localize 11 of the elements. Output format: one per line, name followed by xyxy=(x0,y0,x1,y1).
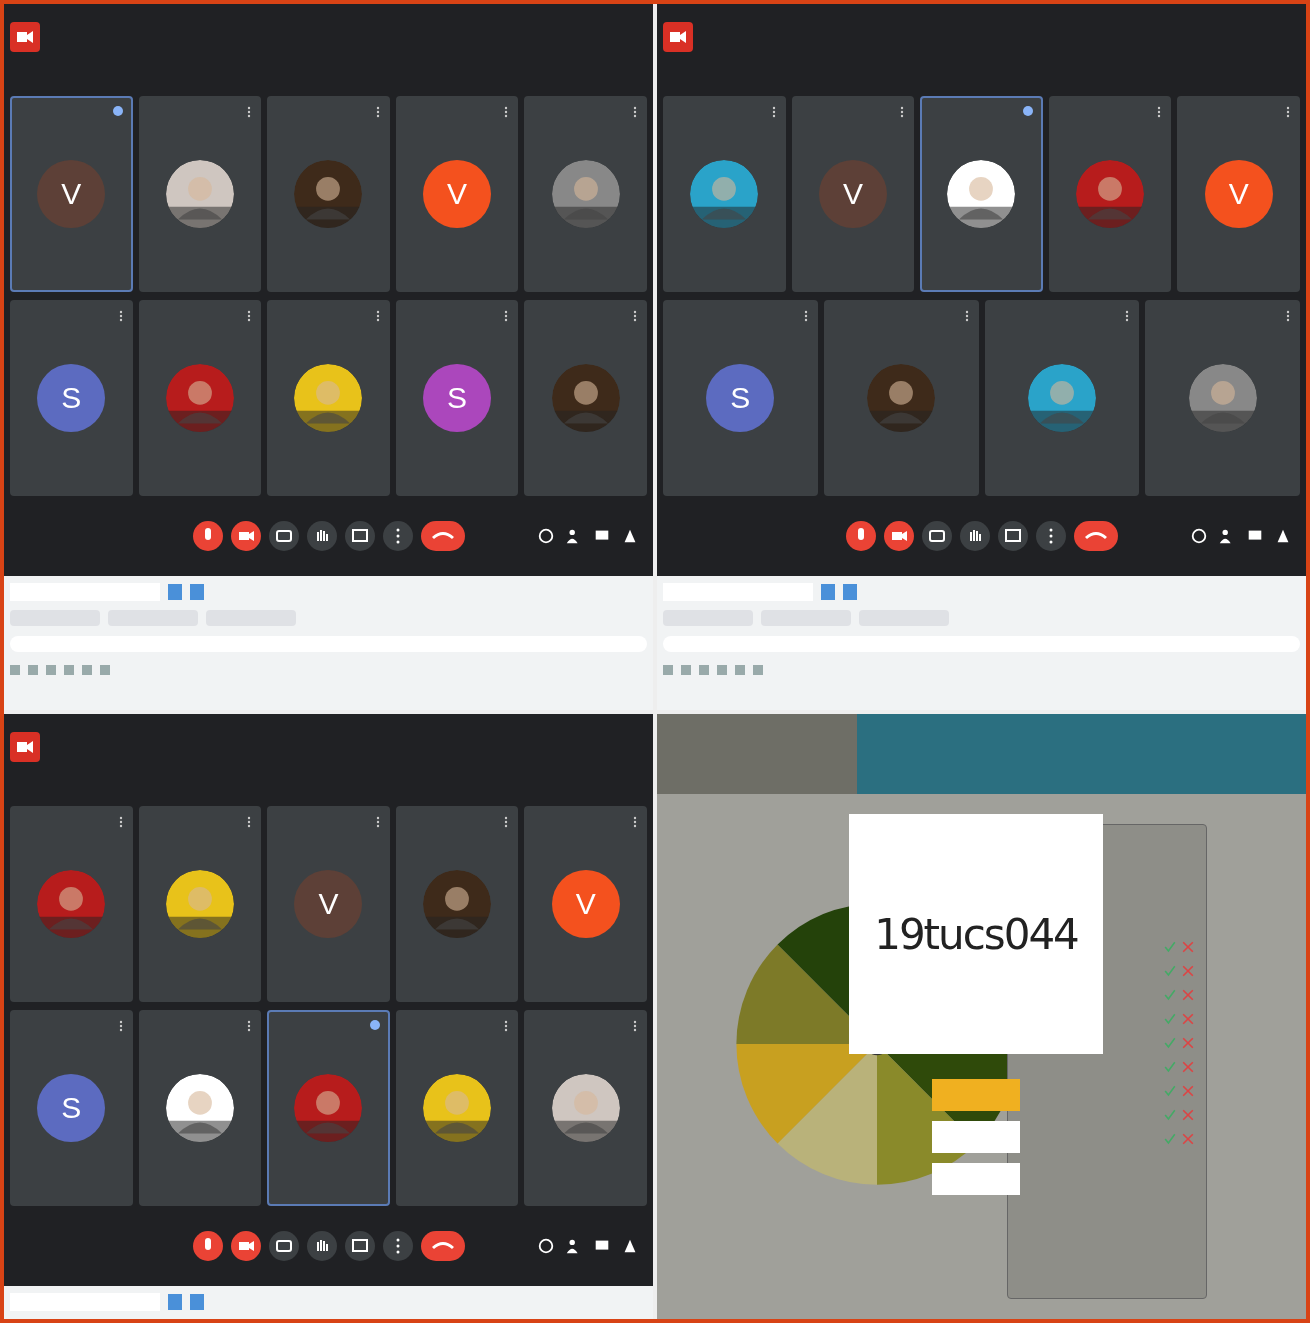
avatar: S xyxy=(423,364,492,432)
avatar: V xyxy=(37,160,106,228)
winner-text: 19tucs044 xyxy=(874,909,1078,959)
avatar: V xyxy=(294,870,363,938)
avatar: V xyxy=(551,870,620,938)
avatar: S xyxy=(37,1074,106,1142)
avatar: V xyxy=(818,160,887,228)
avatar: S xyxy=(706,364,775,432)
avatar: V xyxy=(423,160,492,228)
avatar: V xyxy=(1204,160,1273,228)
avatar: S xyxy=(37,364,106,432)
